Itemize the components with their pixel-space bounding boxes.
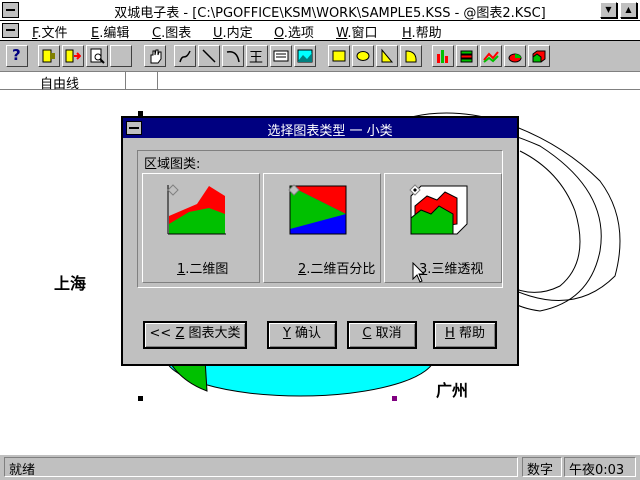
insert-icon[interactable] <box>38 45 60 67</box>
maximize-button[interactable]: ▲ <box>620 2 637 18</box>
mouse-cursor-icon <box>412 262 426 283</box>
radio-2d[interactable] <box>167 184 179 196</box>
3d-bar-icon[interactable] <box>456 45 478 67</box>
help-icon[interactable]: ? <box>6 45 28 67</box>
table-icon[interactable]: 王 <box>246 45 268 67</box>
pie-chart-icon[interactable] <box>504 45 526 67</box>
chart-type-dialog: 选择图表类型 一 小类 区域图类: 1.二维图 2.二维百分比 3.三维透视 <… <box>121 116 519 366</box>
radio-2d-percent[interactable] <box>288 184 300 196</box>
selected-object-name: 自由线 <box>40 77 80 92</box>
group-label: 区域图类: <box>144 157 201 172</box>
menu-file[interactable]: F.文件 <box>32 22 68 41</box>
menu-bar: F.文件 E.编辑 C.图表 U.内定 O.选项 W.窗口 H.帮助 <box>0 21 640 41</box>
option-2d-percent[interactable]: 2.二维百分比 <box>263 173 381 283</box>
preview-icon[interactable] <box>86 45 108 67</box>
bar-chart-icon[interactable] <box>432 45 454 67</box>
dialog-system-menu[interactable] <box>126 121 142 135</box>
menu-defaults[interactable]: U.内定 <box>213 22 253 41</box>
menu-chart[interactable]: C.图表 <box>152 22 191 41</box>
ellipse-icon[interactable] <box>352 45 374 67</box>
area-chart-group: 区域图类: 1.二维图 2.二维百分比 3.三维透视 <box>137 150 503 288</box>
pie-shape-icon[interactable] <box>400 45 422 67</box>
text-box-icon[interactable] <box>270 45 292 67</box>
hand-icon[interactable] <box>144 45 166 67</box>
status-clock: 午夜0:03 <box>564 457 636 478</box>
menu-window[interactable]: W.窗口 <box>336 22 378 41</box>
triangle-icon[interactable] <box>376 45 398 67</box>
minimize-button[interactable]: ▼ <box>600 2 617 18</box>
freehand-icon[interactable] <box>174 45 196 67</box>
dialog-title: 选择图表类型 一 小类 <box>267 124 393 139</box>
selection-handle <box>138 396 143 401</box>
formula-bar: 自由线 <box>0 72 640 92</box>
blank-icon[interactable] <box>110 45 132 67</box>
selection-handle <box>392 396 397 401</box>
option-2d-percent-label: 2.二维百分比 <box>298 262 376 277</box>
status-bar: 就绪 数字 午夜0:03 <box>0 454 640 480</box>
window-title: 双城电子表 - [C:\PGOFFICE\KSM\WORK\SAMPLE5.KS… <box>114 6 546 21</box>
option-3d[interactable]: 3.三维透视 <box>384 173 502 283</box>
option-3d-label: 3.三维透视 <box>419 262 484 277</box>
label-shanghai: 上海 <box>54 274 87 293</box>
back-to-category-button[interactable]: << Z 图表大类 <box>143 321 247 349</box>
3d-area-icon[interactable] <box>528 45 550 67</box>
line-icon[interactable] <box>198 45 220 67</box>
system-menu-button[interactable] <box>2 2 19 18</box>
move-icon[interactable] <box>62 45 84 67</box>
toolbar: ? 王 <box>0 41 640 72</box>
dialog-title-bar: 选择图表类型 一 小类 <box>123 118 517 139</box>
help-button[interactable]: H 帮助 <box>433 321 497 349</box>
label-guangzhou: 广州 <box>436 381 469 400</box>
title-bar: 双城电子表 - [C:\PGOFFICE\KSM\WORK\SAMPLE5.KS… <box>0 0 640 21</box>
ok-button[interactable]: Y 确认 <box>267 321 337 349</box>
menu-edit[interactable]: E.编辑 <box>91 22 129 41</box>
status-text: 就绪 <box>4 457 518 478</box>
rectangle-icon[interactable] <box>328 45 350 67</box>
menu-help[interactable]: H.帮助 <box>402 22 442 41</box>
cancel-button[interactable]: C 取消 <box>347 321 417 349</box>
radio-3d[interactable] <box>409 184 421 196</box>
picture-icon[interactable] <box>294 45 316 67</box>
option-2d[interactable]: 1.二维图 <box>142 173 260 283</box>
document-system-menu[interactable] <box>2 23 19 38</box>
status-mode: 数字 <box>522 457 562 478</box>
menu-options[interactable]: O.选项 <box>274 22 314 41</box>
option-2d-label: 1.二维图 <box>177 262 229 277</box>
line-chart-icon[interactable] <box>480 45 502 67</box>
arc-icon[interactable] <box>222 45 244 67</box>
